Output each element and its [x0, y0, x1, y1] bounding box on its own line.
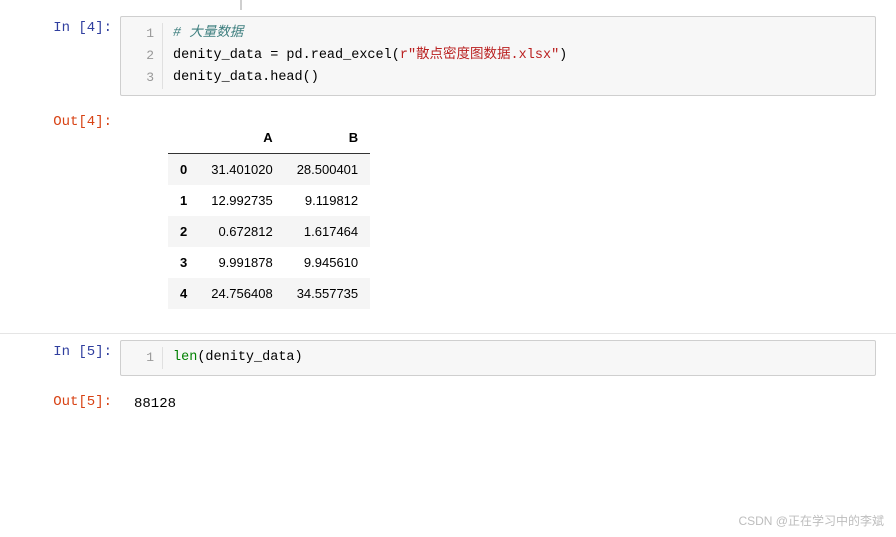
- col-A: A: [199, 122, 284, 154]
- watermark: CSDN @正在学习中的李斌: [738, 512, 884, 529]
- output-value-5: 88128: [128, 394, 888, 418]
- input-prompt-5: In [5]:: [0, 338, 120, 380]
- output-prompt-4: Out[4]:: [0, 108, 120, 329]
- code-body-4: # 大量数据 denity_data = pd.read_excel(r"散点密…: [163, 23, 875, 89]
- table-row: 1 12.992735 9.119812: [168, 185, 370, 216]
- table-row: 2 0.672812 1.617464: [168, 216, 370, 247]
- code-cell-4[interactable]: 1 2 3 # 大量数据 denity_data = pd.read_excel…: [120, 16, 876, 96]
- gutter-4: 1 2 3: [121, 23, 163, 89]
- output-area-4: A B 0 31.401020 28.500401 1 12.992735 9.…: [120, 108, 896, 329]
- col-B: B: [285, 122, 370, 154]
- table-header-row: A B: [168, 122, 370, 154]
- table-row: 4 24.756408 34.557735: [168, 278, 370, 309]
- gutter-5: 1: [121, 347, 163, 369]
- code-body-5: len(denity_data): [163, 347, 875, 369]
- table-row: 3 9.991878 9.945610: [168, 247, 370, 278]
- table-row: 0 31.401020 28.500401: [168, 154, 370, 186]
- output-prompt-5: Out[5]:: [0, 388, 120, 424]
- code-cell-5[interactable]: 1 len(denity_data): [120, 340, 876, 376]
- output-area-5: 88128: [120, 388, 896, 424]
- input-prompt-4: In [4]:: [0, 14, 120, 100]
- col-index: [168, 122, 199, 154]
- dataframe-output: A B 0 31.401020 28.500401 1 12.992735 9.…: [168, 122, 370, 309]
